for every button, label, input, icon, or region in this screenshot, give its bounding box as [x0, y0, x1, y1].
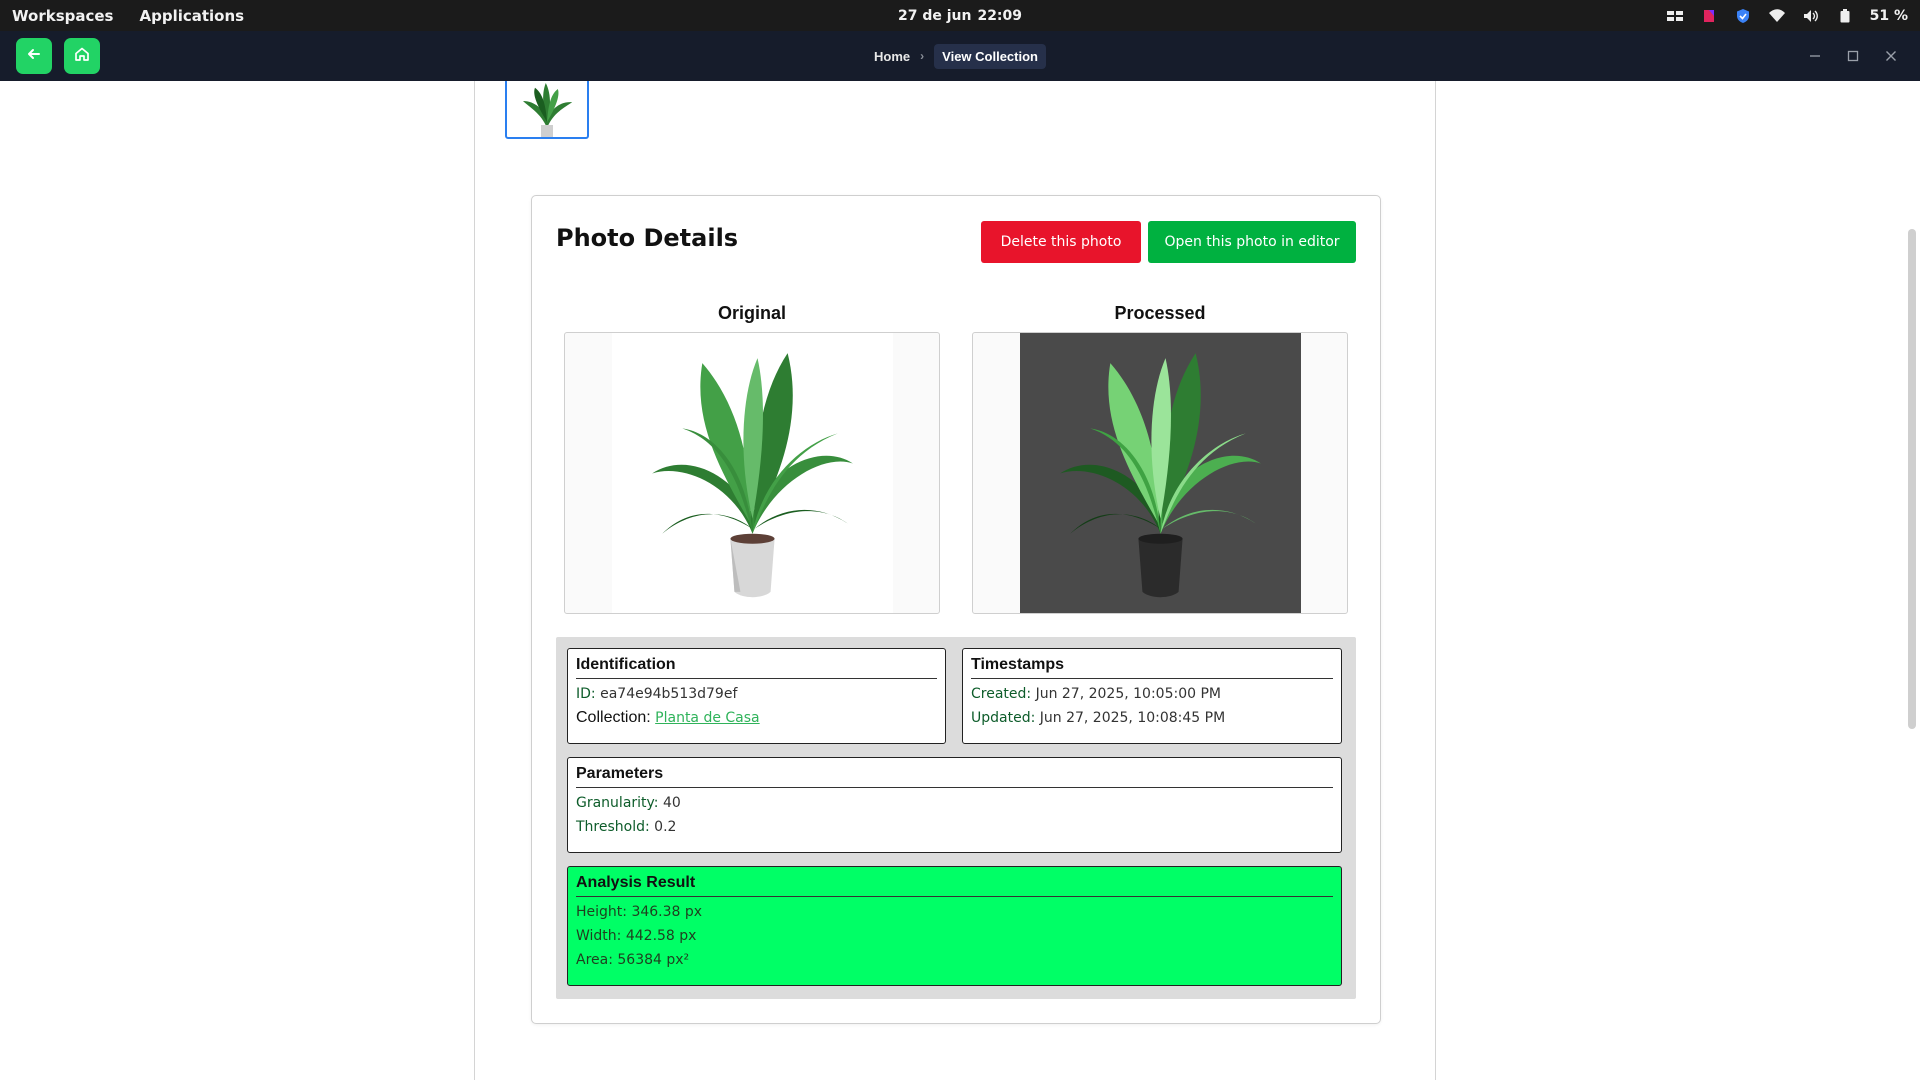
timestamps-box: Timestamps Created: Jun 27, 2025, 10:05:… [962, 648, 1342, 744]
page-title: Photo Details [556, 224, 739, 252]
photo-thumbnail[interactable] [505, 81, 589, 139]
delete-photo-button[interactable]: Delete this photo [981, 221, 1141, 263]
parameters-box: Parameters Granularity: 40 Threshold: 0.… [567, 757, 1342, 853]
breadcrumb-current[interactable]: View Collection [934, 43, 1046, 69]
page-scrollbar[interactable] [1908, 229, 1916, 729]
battery-percentage: 51 % [1869, 7, 1908, 24]
breadcrumb-home[interactable]: Home [874, 49, 910, 64]
breadcrumb-separator: › [920, 49, 925, 63]
analysis-title: Analysis Result [576, 867, 1333, 897]
volume-icon[interactable] [1802, 7, 1820, 25]
parameters-title: Parameters [576, 758, 1333, 788]
open-in-editor-button[interactable]: Open this photo in editor [1148, 221, 1356, 263]
id-key: ID: [576, 686, 596, 702]
updated-value: Jun 27, 2025, 10:08:45 PM [1039, 710, 1226, 726]
processed-image-frame [972, 332, 1348, 614]
threshold-row: Threshold: 0.2 [576, 818, 1333, 836]
clock-time: 22:09 [977, 7, 1023, 24]
updated-key: Updated: [971, 710, 1036, 726]
analysis-height: Height: 346.38 px [576, 904, 703, 920]
collection-link[interactable]: Planta de Casa [655, 710, 759, 726]
id-value: ea74e94b513d79ef [600, 686, 738, 702]
page-content[interactable]: Photo Details Delete this photo Open thi… [0, 81, 1920, 1080]
breadcrumb: Home › View Collection [0, 31, 1920, 81]
identification-box: Identification ID: ea74e94b513d79ef Coll… [567, 648, 946, 744]
collection-row: Collection: Planta de Casa [576, 709, 937, 727]
workspaces-menu[interactable]: Workspaces [12, 7, 113, 25]
app-indicator-icon[interactable] [1700, 7, 1718, 25]
clock-date: 27 de jun [897, 7, 972, 24]
analysis-width: Width: 442.58 px [576, 928, 697, 944]
processed-plant-image [1020, 333, 1301, 613]
processed-label: Processed [1114, 303, 1206, 323]
id-row: ID: ea74e94b513d79ef [576, 685, 937, 703]
photo-details-card: Photo Details Delete this photo Open thi… [531, 195, 1381, 1024]
maximize-window-button[interactable] [1834, 31, 1872, 81]
threshold-value: 0.2 [654, 819, 677, 835]
os-top-bar: Workspaces Applications 27 de jun 22:09 … [0, 0, 1920, 31]
original-label: Original [717, 303, 786, 323]
collection-key: Collection: [576, 709, 651, 726]
granularity-key: Granularity: [576, 795, 659, 811]
battery-icon[interactable] [1836, 7, 1854, 25]
granularity-row: Granularity: 40 [576, 794, 1333, 812]
granularity-value: 40 [662, 795, 681, 811]
threshold-key: Threshold: [576, 819, 650, 835]
updated-row: Updated: Jun 27, 2025, 10:08:45 PM [971, 709, 1333, 727]
shield-icon[interactable] [1734, 7, 1752, 25]
analysis-area: Area: 56384 px² [576, 952, 690, 968]
applications-menu[interactable]: Applications [139, 7, 244, 25]
original-plant-image [612, 333, 893, 613]
close-window-button[interactable] [1872, 31, 1910, 81]
identification-title: Identification [576, 649, 937, 679]
clock[interactable]: 27 de jun 22:09 [0, 0, 1920, 31]
minimize-window-button[interactable] [1796, 31, 1834, 81]
analysis-result-box: Analysis Result Height: 346.38 px Width:… [567, 866, 1342, 986]
created-value: Jun 27, 2025, 10:05:00 PM [1035, 686, 1221, 702]
wifi-icon[interactable] [1768, 7, 1786, 25]
window-switcher-icon[interactable] [1666, 7, 1684, 25]
app-header: Home › View Collection [0, 31, 1920, 81]
created-row: Created: Jun 27, 2025, 10:05:00 PM [971, 685, 1333, 703]
info-panel: Identification ID: ea74e94b513d79ef Coll… [556, 637, 1356, 999]
created-key: Created: [971, 686, 1032, 702]
timestamps-title: Timestamps [971, 649, 1333, 679]
original-image-frame [564, 332, 940, 614]
